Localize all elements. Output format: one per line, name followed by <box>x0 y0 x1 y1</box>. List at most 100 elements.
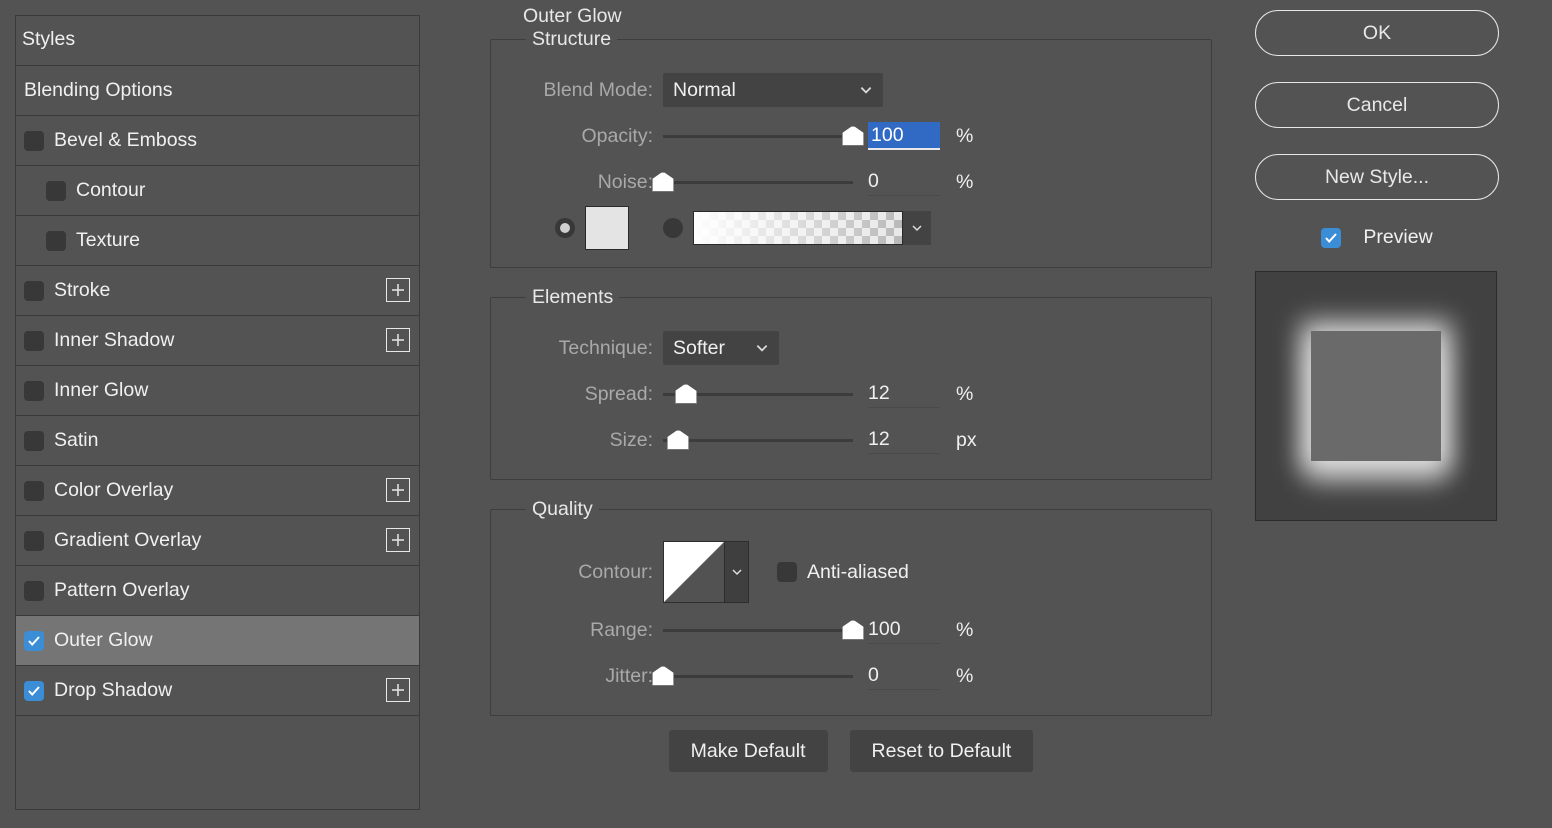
technique-select[interactable]: Softer <box>663 331 779 365</box>
anti-aliased-checkbox[interactable] <box>777 562 797 582</box>
styles-header-label: Styles <box>22 28 75 50</box>
size-slider[interactable] <box>663 439 853 442</box>
size-unit: px <box>956 429 986 452</box>
spread-field[interactable]: 12 <box>868 380 940 408</box>
add-instance-button[interactable] <box>386 478 410 502</box>
make-default-button[interactable]: Make Default <box>669 730 828 772</box>
noise-field[interactable]: 0 <box>868 168 940 196</box>
blend-mode-label: Blend Mode: <box>505 79 653 102</box>
blend-mode-value: Normal <box>673 79 736 102</box>
opacity-field[interactable]: 100 <box>868 122 940 150</box>
add-instance-button[interactable] <box>386 528 410 552</box>
range-unit: % <box>956 619 986 642</box>
blend-mode-select[interactable]: Normal <box>663 73 883 107</box>
style-row-drop-shadow[interactable]: Drop Shadow <box>16 666 419 716</box>
new-style-button[interactable]: New Style... <box>1255 154 1499 200</box>
style-label: Gradient Overlay <box>54 529 201 552</box>
style-row-pattern-overlay[interactable]: Pattern Overlay <box>16 566 419 616</box>
reset-default-button[interactable]: Reset to Default <box>850 730 1034 772</box>
style-checkbox[interactable] <box>24 431 44 451</box>
add-instance-button[interactable] <box>386 328 410 352</box>
right-panel: OK Cancel New Style... Preview <box>1255 10 1499 521</box>
range-slider[interactable] <box>663 629 853 632</box>
chevron-down-icon <box>731 566 743 578</box>
preview-label: Preview <box>1363 226 1432 249</box>
style-row-bevel-emboss[interactable]: Bevel & Emboss <box>16 116 419 166</box>
plus-icon <box>391 683 405 697</box>
jitter-slider[interactable] <box>663 675 853 678</box>
spread-slider[interactable] <box>663 393 853 396</box>
style-checkbox[interactable] <box>24 381 44 401</box>
style-label: Outer Glow <box>54 629 153 652</box>
check-icon <box>27 634 41 648</box>
style-row-outer-glow[interactable]: Outer Glow <box>16 616 419 666</box>
style-checkbox[interactable] <box>24 481 44 501</box>
preview-box <box>1255 271 1497 521</box>
blending-options-label: Blending Options <box>24 79 173 102</box>
style-checkbox[interactable] <box>24 581 44 601</box>
style-checkbox[interactable] <box>46 181 66 201</box>
contour-label: Contour: <box>505 561 653 584</box>
structure-group: Structure Blend Mode: Normal Opacity: 10… <box>490 28 1212 268</box>
color-radio[interactable] <box>555 218 575 238</box>
chevron-down-icon <box>859 83 873 97</box>
preview-checkbox[interactable] <box>1321 228 1341 248</box>
noise-unit: % <box>956 171 986 194</box>
quality-group: Quality Contour: Anti-aliased Range: 100… <box>490 498 1212 716</box>
anti-aliased-label: Anti-aliased <box>807 561 909 584</box>
gradient-swatch[interactable] <box>693 211 903 245</box>
outer-glow-panel: Outer Glow Structure Blend Mode: Normal … <box>490 0 1212 772</box>
chevron-down-icon <box>911 222 923 234</box>
size-label: Size: <box>505 429 653 452</box>
style-row-gradient-overlay[interactable]: Gradient Overlay <box>16 516 419 566</box>
style-row-stroke[interactable]: Stroke <box>16 266 419 316</box>
gradient-dropdown[interactable] <box>903 211 931 245</box>
style-row-inner-shadow[interactable]: Inner Shadow <box>16 316 419 366</box>
technique-value: Softer <box>673 337 725 360</box>
quality-legend: Quality <box>526 498 599 521</box>
opacity-unit: % <box>956 125 986 148</box>
style-row-contour[interactable]: Contour <box>16 166 419 216</box>
glow-color-swatch[interactable] <box>585 206 629 250</box>
style-checkbox[interactable] <box>24 281 44 301</box>
style-row-color-overlay[interactable]: Color Overlay <box>16 466 419 516</box>
elements-legend: Elements <box>526 286 619 309</box>
opacity-slider[interactable] <box>663 135 853 138</box>
style-label: Inner Shadow <box>54 329 174 352</box>
technique-label: Technique: <box>505 337 653 360</box>
blending-options-row[interactable]: Blending Options <box>16 66 419 116</box>
gradient-radio[interactable] <box>663 218 683 238</box>
style-row-inner-glow[interactable]: Inner Glow <box>16 366 419 416</box>
style-checkbox[interactable] <box>24 681 44 701</box>
contour-dropdown[interactable] <box>725 541 749 603</box>
jitter-label: Jitter: <box>505 665 653 688</box>
style-row-satin[interactable]: Satin <box>16 416 419 466</box>
size-field[interactable]: 12 <box>868 426 940 454</box>
noise-label: Noise: <box>505 171 653 194</box>
noise-slider[interactable] <box>663 181 853 184</box>
ok-button[interactable]: OK <box>1255 10 1499 56</box>
style-label: Contour <box>76 179 145 202</box>
style-checkbox[interactable] <box>46 231 66 251</box>
style-label: Color Overlay <box>54 479 173 502</box>
jitter-field[interactable]: 0 <box>868 662 940 690</box>
style-checkbox[interactable] <box>24 331 44 351</box>
style-row-texture[interactable]: Texture <box>16 216 419 266</box>
style-label: Bevel & Emboss <box>54 129 197 152</box>
structure-legend: Structure <box>526 28 617 51</box>
style-checkbox[interactable] <box>24 531 44 551</box>
style-checkbox[interactable] <box>24 131 44 151</box>
cancel-button[interactable]: Cancel <box>1255 82 1499 128</box>
plus-icon <box>391 333 405 347</box>
range-label: Range: <box>505 619 653 642</box>
style-label: Pattern Overlay <box>54 579 189 602</box>
add-instance-button[interactable] <box>386 678 410 702</box>
range-field[interactable]: 100 <box>868 616 940 644</box>
style-checkbox[interactable] <box>24 631 44 651</box>
preview-swatch <box>1311 331 1441 461</box>
style-label: Satin <box>54 429 98 452</box>
add-instance-button[interactable] <box>386 278 410 302</box>
style-label: Texture <box>76 229 140 252</box>
check-icon <box>27 684 41 698</box>
contour-swatch[interactable] <box>663 541 725 603</box>
